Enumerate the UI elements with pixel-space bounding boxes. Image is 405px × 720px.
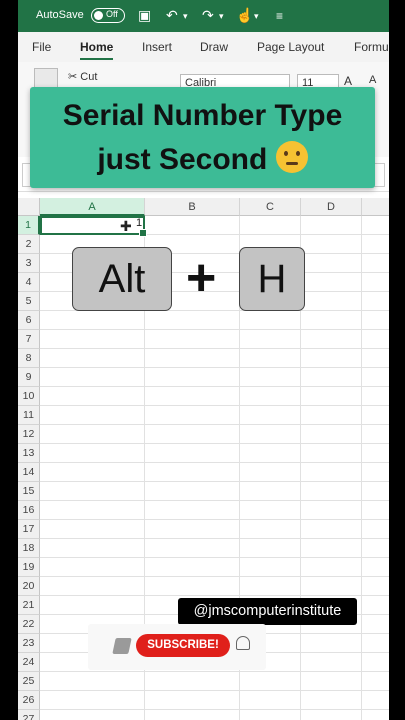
increase-font-icon[interactable]: A <box>344 74 352 88</box>
grid-line <box>40 329 389 330</box>
row-header-13[interactable]: 13 <box>18 444 40 463</box>
autosave-label: AutoSave <box>36 9 84 21</box>
row-header-17[interactable]: 17 <box>18 520 40 539</box>
autosave-toggle[interactable]: Off <box>91 8 125 23</box>
fill-handle[interactable] <box>139 229 147 237</box>
decrease-font-icon[interactable]: A <box>369 74 376 86</box>
column-header-a[interactable]: A <box>40 198 145 216</box>
grid-line <box>40 348 389 349</box>
grid-line <box>40 405 389 406</box>
grid-line <box>40 424 389 425</box>
overlay-title-line2: just Second <box>30 141 375 177</box>
key-plus-sign: + <box>186 249 217 307</box>
row-header-23[interactable]: 23 <box>18 634 40 653</box>
touch-dropdown-icon[interactable]: ▾ <box>254 11 259 22</box>
grid-line <box>40 519 389 520</box>
thumbs-up-icon <box>112 638 132 654</box>
tab-formulas[interactable]: Formu <box>354 40 389 54</box>
grid-line <box>40 481 389 482</box>
row-header-24[interactable]: 24 <box>18 653 40 672</box>
cut-button[interactable]: ✂ Cut <box>68 70 97 83</box>
row-header-20[interactable]: 20 <box>18 577 40 596</box>
save-icon[interactable]: ▣ <box>138 7 151 24</box>
row-header-11[interactable]: 11 <box>18 406 40 425</box>
grid-line <box>40 443 389 444</box>
grid-line <box>40 538 389 539</box>
key-alt: Alt <box>72 247 172 311</box>
autosave-state: Off <box>106 9 118 19</box>
select-all-corner[interactable] <box>18 198 40 216</box>
undo-dropdown-icon[interactable]: ▾ <box>183 11 188 22</box>
toggle-knob <box>94 11 103 20</box>
undo-icon[interactable]: ↶ <box>166 7 178 24</box>
column-header-d[interactable]: D <box>301 198 362 216</box>
bell-icon[interactable] <box>236 636 250 650</box>
row-header-27[interactable]: 27 <box>18 710 40 720</box>
tab-home[interactable]: Home <box>80 40 114 60</box>
row-header-16[interactable]: 16 <box>18 501 40 520</box>
tab-insert[interactable]: Insert <box>142 40 172 54</box>
grid-line <box>40 367 389 368</box>
tab-draw[interactable]: Draw <box>200 40 228 54</box>
subscribe-button[interactable]: SUBSCRIBE! <box>136 634 230 657</box>
grid-line <box>40 671 389 672</box>
title-overlay: Serial Number Type just Second <box>30 87 375 188</box>
row-header-9[interactable]: 9 <box>18 368 40 387</box>
row-header-12[interactable]: 12 <box>18 425 40 444</box>
column-header-c[interactable]: C <box>240 198 301 216</box>
row-header-15[interactable]: 15 <box>18 482 40 501</box>
row-header-14[interactable]: 14 <box>18 463 40 482</box>
row-header-19[interactable]: 19 <box>18 558 40 577</box>
key-h: H <box>239 247 305 311</box>
row-header-22[interactable]: 22 <box>18 615 40 634</box>
row-header-18[interactable]: 18 <box>18 539 40 558</box>
row-header-4[interactable]: 4 <box>18 273 40 292</box>
touch-mode-icon[interactable]: ☝ <box>236 7 253 24</box>
grid-line <box>40 386 389 387</box>
cell-a1-value: 1 <box>136 217 143 229</box>
grid-line <box>40 462 389 463</box>
grid-line <box>40 576 389 577</box>
row-header-6[interactable]: 6 <box>18 311 40 330</box>
grid-line <box>40 595 389 596</box>
thinking-face-icon <box>275 141 308 173</box>
grid-line <box>40 709 389 710</box>
title-bar: AutoSave Off ▣ ↶ ▾ ↷ ▾ ☝ ▾ ≡ <box>18 0 389 32</box>
cell-select-cursor-icon: ✚ <box>120 218 132 234</box>
row-header-5[interactable]: 5 <box>18 292 40 311</box>
ribbon-tabs: File Home Insert Draw Page Layout Formu <box>18 32 389 62</box>
row-header-7[interactable]: 7 <box>18 330 40 349</box>
grid-line <box>40 557 389 558</box>
row-header-25[interactable]: 25 <box>18 672 40 691</box>
customize-toolbar-icon[interactable]: ≡ <box>276 9 283 23</box>
row-header-21[interactable]: 21 <box>18 596 40 615</box>
overlay-title-line1: Serial Number Type <box>62 99 343 132</box>
column-header-b[interactable]: B <box>145 198 240 216</box>
overlay-title-line2-text: just Second <box>97 143 268 176</box>
cut-label: Cut <box>80 71 98 83</box>
row-header-1[interactable]: 1 <box>18 216 40 235</box>
column-header-e[interactable] <box>362 198 389 216</box>
tab-page-layout[interactable]: Page Layout <box>257 40 324 54</box>
row-header-3[interactable]: 3 <box>18 254 40 273</box>
row-header-10[interactable]: 10 <box>18 387 40 406</box>
channel-handle: @jmscomputerinstitute <box>178 598 357 625</box>
grid-line <box>40 500 389 501</box>
row-header-26[interactable]: 26 <box>18 691 40 710</box>
grid-line <box>40 690 389 691</box>
redo-dropdown-icon[interactable]: ▾ <box>219 11 224 22</box>
row-header-8[interactable]: 8 <box>18 349 40 368</box>
redo-icon[interactable]: ↷ <box>202 7 214 24</box>
row-header-2[interactable]: 2 <box>18 235 40 254</box>
tab-file[interactable]: File <box>32 40 51 54</box>
